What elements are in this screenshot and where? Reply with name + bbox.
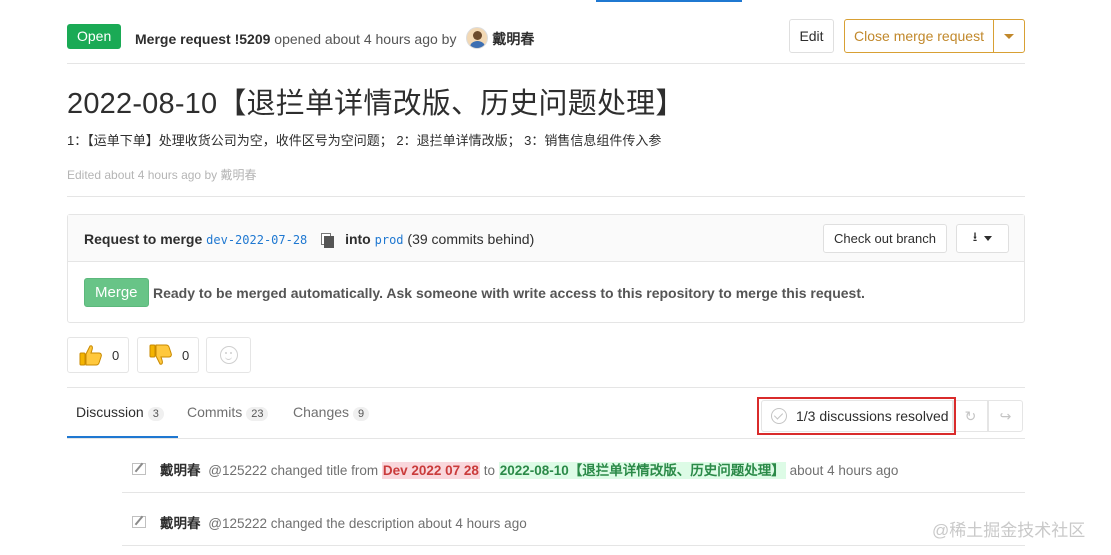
thumbsdown-count: 0 (182, 347, 190, 363)
thumbsdown-icon (149, 344, 172, 365)
request-to-merge-label: Request to merge (84, 231, 203, 247)
merge-widget-header: Request to merge dev-2022-07-28 into pro… (68, 215, 1024, 262)
check-out-branch-button[interactable]: Check out branch (823, 224, 947, 253)
highlight-box (757, 397, 956, 435)
note-timestamp[interactable]: about 4 hours ago (790, 463, 899, 478)
system-note: 戴明春 @125222 changed title from Dev 2022 … (122, 440, 1025, 493)
merge-status-text: Ready to be merged automatically. Ask so… (153, 285, 865, 301)
pencil-icon (132, 463, 146, 476)
note-text: 戴明春 @125222 changed title from Dev 2022 … (132, 459, 898, 479)
system-note: 戴明春 @125222 changed the description abou… (122, 493, 1025, 546)
note-action: @125222 changed the description about 4 … (208, 516, 527, 531)
old-title-value: Dev 2022 07 28 (381, 462, 480, 479)
merge-branch-info: Request to merge dev-2022-07-28 into pro… (84, 231, 535, 248)
avatar[interactable] (466, 27, 489, 50)
chevron-down-icon (1004, 33, 1014, 39)
tab-discussion[interactable]: Discussion 3 (76, 404, 164, 421)
mr-reference: Merge request !5209 (135, 31, 271, 47)
close-merge-request-button[interactable]: Close merge request (844, 19, 994, 53)
copy-icon[interactable] (321, 233, 335, 248)
add-reaction-button[interactable] (206, 337, 251, 373)
next-unresolved-discussion-button[interactable]: ↻ (953, 400, 988, 432)
tab-label: Commits (187, 404, 243, 420)
note-author-link[interactable]: 戴明春 (160, 463, 201, 478)
jump-to-discussion-button[interactable]: ↪ (988, 400, 1023, 432)
tab-count-badge: 9 (353, 407, 370, 421)
author-link[interactable]: 戴明春 (492, 31, 534, 47)
tab-label: Discussion (76, 404, 144, 420)
tab-changes[interactable]: Changes 9 (293, 404, 370, 421)
thumbsup-icon (79, 345, 102, 366)
note-action: @125222 changed title from (208, 463, 379, 478)
thumbsdown-award-button[interactable]: 0 (137, 337, 199, 373)
chevron-down-icon (984, 236, 993, 241)
comment-arrow-icon: ↪ (999, 407, 1012, 424)
note-text: 戴明春 @125222 changed the description abou… (132, 512, 527, 532)
smiley-icon (219, 346, 238, 364)
thumbsup-award-button[interactable]: 0 (67, 337, 129, 373)
new-title-value: 2022-08-10【退拦单详情改版、历史问题处理】 (498, 462, 786, 479)
target-branch-link[interactable]: prod (375, 233, 404, 247)
pencil-icon (132, 516, 146, 529)
page-title: 2022-08-10【退拦单详情改版、历史问题处理】 (67, 88, 685, 120)
top-nav-active-indicator (596, 0, 742, 2)
commits-behind-text: (39 commits behind) (407, 231, 535, 247)
divider (67, 63, 1025, 64)
download-dropdown-button[interactable]: ⭳ (956, 224, 1009, 253)
tab-commits[interactable]: Commits 23 (187, 404, 269, 421)
next-discussion-icon: ↻ (964, 407, 977, 424)
status-badge: Open (67, 24, 122, 49)
edited-prefix: Edited about 4 hours ago by (67, 168, 218, 182)
mr-description: 1：【运单下单】处理收货公司为空，收件区号为空问题； 2：退拦单详情改版； 3：… (67, 133, 662, 148)
opened-text: opened about 4 hours ago by (274, 31, 457, 47)
divider (67, 387, 1025, 388)
source-branch-link[interactable]: dev-2022-07-28 (206, 233, 307, 247)
watermark: @稀土掘金技术社区 (932, 521, 1086, 540)
merge-button[interactable]: Merge (84, 278, 149, 307)
thumbsup-count: 0 (112, 347, 120, 363)
divider (67, 196, 1025, 197)
tab-label: Changes (293, 404, 350, 420)
note-author-link[interactable]: 戴明春 (160, 516, 201, 531)
merge-widget: Request to merge dev-2022-07-28 into pro… (67, 214, 1025, 323)
divider (67, 438, 1025, 439)
edited-by-link[interactable]: 戴明春 (220, 168, 256, 182)
note-to: to (483, 463, 495, 478)
download-icon: ⭳ (972, 228, 978, 244)
edit-button[interactable]: Edit (789, 19, 834, 53)
edited-note: Edited about 4 hours ago by 戴明春 (67, 166, 256, 183)
into-label: into (345, 231, 371, 247)
tab-count-badge: 23 (246, 407, 269, 421)
mr-meta: Merge request !5209 opened about 4 hours… (135, 27, 534, 50)
close-options-dropdown[interactable] (993, 19, 1025, 53)
tab-count-badge: 3 (147, 407, 164, 421)
